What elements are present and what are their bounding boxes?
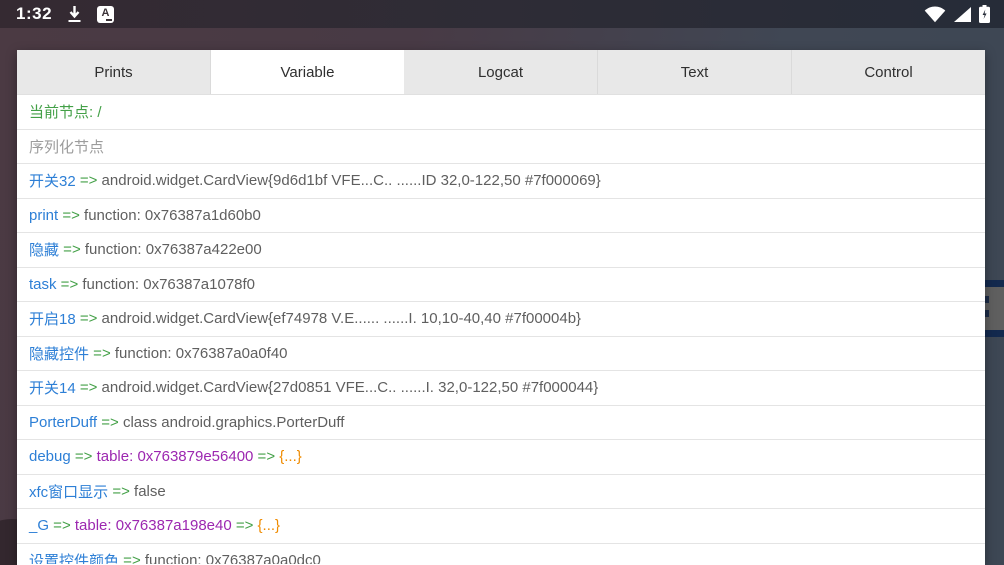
row-segment: 隐藏控件 xyxy=(29,343,89,364)
variable-row[interactable]: PorterDuff => class android.graphics.Por… xyxy=(17,406,985,441)
row-segment: android.widget.CardView{27d0851 VFE...C.… xyxy=(102,379,599,396)
row-segment: debug xyxy=(29,448,71,465)
row-segment: 开关14 xyxy=(29,377,76,398)
row-segment: function: 0x76387a1078f0 xyxy=(82,276,255,293)
battery-charging-icon xyxy=(979,5,990,23)
row-segment: function: 0x76387a422e00 xyxy=(85,241,262,258)
debugger-dialog: PrintsVariableLogcatTextControl 当前节点: / 序… xyxy=(17,50,985,565)
row-segment: => xyxy=(232,517,258,534)
clock: 1:32 xyxy=(10,4,52,24)
variable-row[interactable]: 隐藏 => function: 0x76387a422e00 xyxy=(17,233,985,268)
tab-bar: PrintsVariableLogcatTextControl xyxy=(17,50,985,95)
row-segment: => xyxy=(71,448,97,465)
row-segment: print xyxy=(29,207,58,224)
variable-row[interactable]: 设置控件颜色 => function: 0x76387a0a0dc0 xyxy=(17,544,985,565)
row-segment: => xyxy=(76,310,102,327)
variable-row[interactable]: 开关14 => android.widget.CardView{27d0851 … xyxy=(17,371,985,406)
row-segment: android.widget.CardView{ef74978 V.E.....… xyxy=(102,310,582,327)
status-bar: 1:32 A xyxy=(0,0,1004,28)
row-segment: 设置控件颜色 xyxy=(29,550,119,564)
row-segment: _G xyxy=(29,517,49,534)
row-segment: => xyxy=(97,414,123,431)
variable-row[interactable]: xfc窗口显示 => false xyxy=(17,475,985,510)
row-segment: class android.graphics.PorterDuff xyxy=(123,414,345,431)
row-segment: => xyxy=(57,276,83,293)
variable-row[interactable]: task => function: 0x76387a1078f0 xyxy=(17,268,985,303)
row-segment: => xyxy=(253,448,279,465)
row-segment: 隐藏 xyxy=(29,239,59,260)
variable-row[interactable]: debug => table: 0x763879e56400 => {...} xyxy=(17,440,985,475)
row-segment: 开关32 xyxy=(29,170,76,191)
row-segment: function: 0x76387a0a0f40 xyxy=(115,345,288,362)
row-segment: {...} xyxy=(258,517,281,534)
row-segment: table: 0x76387a198e40 xyxy=(75,517,232,534)
status-bar-left: 1:32 A xyxy=(10,4,114,24)
row-segment: task xyxy=(29,276,57,293)
tab-logcat[interactable]: Logcat xyxy=(404,50,598,94)
variable-row[interactable]: 当前节点: / xyxy=(17,95,985,130)
background-window-edge xyxy=(984,287,1004,330)
variable-row[interactable]: 开启18 => android.widget.CardView{ef74978 … xyxy=(17,302,985,337)
row-segment: => xyxy=(49,517,75,534)
tab-prints[interactable]: Prints xyxy=(17,50,211,94)
status-bar-right xyxy=(924,5,994,23)
variable-row[interactable]: 序列化节点 xyxy=(17,130,985,165)
row-segment: => xyxy=(59,241,85,258)
variable-row[interactable]: 开关32 => android.widget.CardView{9d6d1bf … xyxy=(17,164,985,199)
download-icon xyxy=(66,5,83,23)
wifi-icon xyxy=(924,6,946,23)
row-segment: xfc窗口显示 xyxy=(29,481,108,502)
row-segment: 当前节点: / xyxy=(29,101,102,122)
background-window-accent-bottom xyxy=(984,330,1004,337)
tab-variable[interactable]: Variable xyxy=(211,50,404,94)
row-segment: function: 0x76387a1d60b0 xyxy=(84,207,261,224)
input-method-icon: A xyxy=(97,6,114,23)
tab-text[interactable]: Text xyxy=(598,50,792,94)
row-segment: => xyxy=(89,345,115,362)
row-segment: => xyxy=(119,552,145,564)
row-segment: 序列化节点 xyxy=(29,136,104,157)
row-segment: => xyxy=(76,172,102,189)
row-segment: false xyxy=(134,483,166,500)
variable-row[interactable]: 隐藏控件 => function: 0x76387a0a0f40 xyxy=(17,337,985,372)
background-window-accent-top xyxy=(984,280,1004,287)
row-segment: function: 0x76387a0a0dc0 xyxy=(145,552,321,564)
row-segment: => xyxy=(76,379,102,396)
variable-row[interactable]: _G => table: 0x76387a198e40 => {...} xyxy=(17,509,985,544)
tab-control[interactable]: Control xyxy=(792,50,985,94)
variable-row[interactable]: print => function: 0x76387a1d60b0 xyxy=(17,199,985,234)
row-segment: {...} xyxy=(279,448,302,465)
row-segment: 开启18 xyxy=(29,308,76,329)
row-segment: => xyxy=(108,483,134,500)
row-segment: PorterDuff xyxy=(29,414,97,431)
row-segment: android.widget.CardView{9d6d1bf VFE...C.… xyxy=(102,172,601,189)
cellular-signal-icon xyxy=(954,7,971,22)
row-segment: => xyxy=(58,207,84,224)
row-segment: table: 0x763879e56400 xyxy=(97,448,254,465)
variable-list: 当前节点: / 序列化节点开关32 => android.widget.CardV… xyxy=(17,95,985,564)
